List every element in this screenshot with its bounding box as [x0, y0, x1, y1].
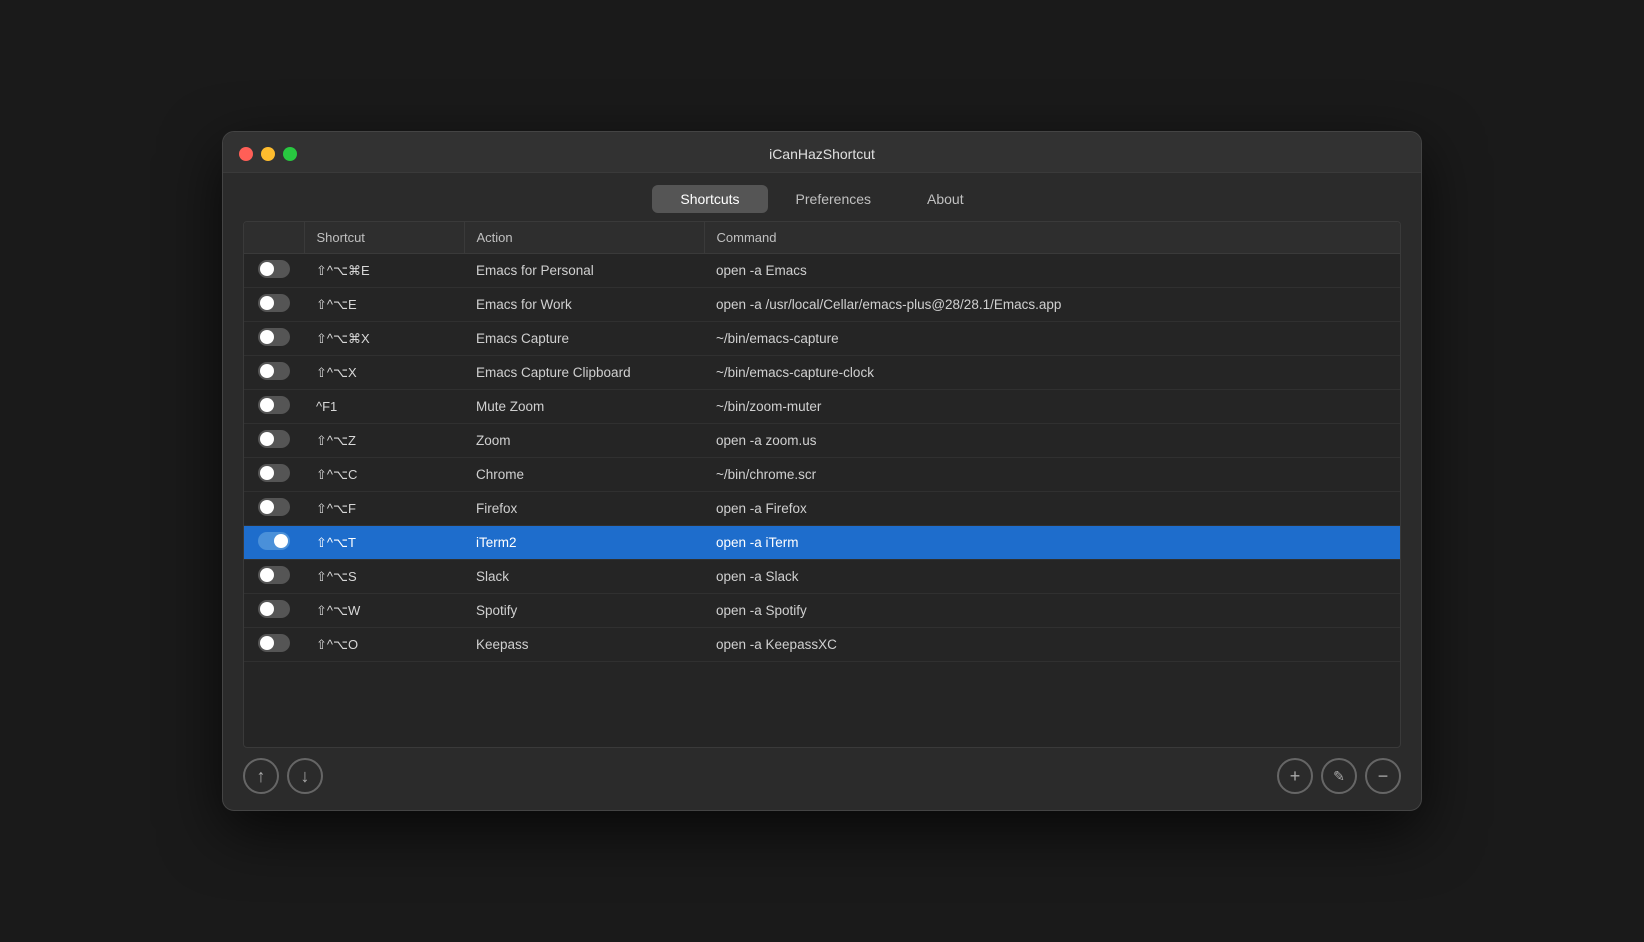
action-cell: Mute Zoom	[464, 390, 704, 424]
window-title: iCanHazShortcut	[769, 146, 875, 162]
shortcuts-table-container: Shortcut Action Command ⇧^⌥⌘EEmacs for P…	[243, 221, 1401, 748]
table-row[interactable]: ⇧^⌥⌘XEmacs Capture~/bin/emacs-capture	[244, 322, 1400, 356]
shortcut-cell: ⇧^⌥E	[304, 288, 464, 322]
action-cell: Emacs Capture	[464, 322, 704, 356]
tab-about[interactable]: About	[899, 185, 992, 213]
command-cell: ~/bin/chrome.scr	[704, 458, 1400, 492]
toggle-switch[interactable]	[258, 396, 290, 414]
toggle-switch[interactable]	[258, 498, 290, 516]
table-row[interactable]: ⇧^⌥CChrome~/bin/chrome.scr	[244, 458, 1400, 492]
toggle-cell[interactable]	[244, 424, 304, 458]
table-row[interactable]: ^F1Mute Zoom~/bin/zoom-muter	[244, 390, 1400, 424]
toggle-switch[interactable]	[258, 260, 290, 278]
command-cell: open -a iTerm	[704, 526, 1400, 560]
titlebar: iCanHazShortcut	[223, 132, 1421, 173]
col-header-shortcut: Shortcut	[304, 222, 464, 254]
shortcuts-table: Shortcut Action Command ⇧^⌥⌘EEmacs for P…	[244, 222, 1400, 662]
toggle-cell[interactable]	[244, 390, 304, 424]
col-header-command: Command	[704, 222, 1400, 254]
toggle-cell[interactable]	[244, 254, 304, 288]
toolbar-right: + ✎ −	[1277, 758, 1401, 794]
shortcut-cell: ⇧^⌥Z	[304, 424, 464, 458]
table-row[interactable]: ⇧^⌥ZZoomopen -a zoom.us	[244, 424, 1400, 458]
toggle-cell[interactable]	[244, 492, 304, 526]
toggle-cell[interactable]	[244, 594, 304, 628]
action-cell: Zoom	[464, 424, 704, 458]
action-cell: Slack	[464, 560, 704, 594]
toggle-cell[interactable]	[244, 356, 304, 390]
toggle-switch[interactable]	[258, 294, 290, 312]
maximize-button[interactable]	[283, 147, 297, 161]
tab-shortcuts[interactable]: Shortcuts	[652, 185, 767, 213]
shortcut-cell: ⇧^⌥T	[304, 526, 464, 560]
add-button[interactable]: +	[1277, 758, 1313, 794]
table-row[interactable]: ⇧^⌥WSpotifyopen -a Spotify	[244, 594, 1400, 628]
app-window: iCanHazShortcut Shortcuts Preferences Ab…	[222, 131, 1422, 811]
action-cell: Emacs for Work	[464, 288, 704, 322]
shortcut-cell: ⇧^⌥C	[304, 458, 464, 492]
move-up-button[interactable]: ↑	[243, 758, 279, 794]
shortcut-cell: ⇧^⌥⌘X	[304, 322, 464, 356]
toggle-switch[interactable]	[258, 362, 290, 380]
toggle-switch[interactable]	[258, 600, 290, 618]
shortcut-cell: ^F1	[304, 390, 464, 424]
action-cell: Chrome	[464, 458, 704, 492]
toggle-switch[interactable]	[258, 634, 290, 652]
toggle-switch[interactable]	[258, 532, 290, 550]
toggle-cell[interactable]	[244, 458, 304, 492]
command-cell: open -a KeepassXC	[704, 628, 1400, 662]
toggle-cell[interactable]	[244, 560, 304, 594]
col-header-toggle	[244, 222, 304, 254]
shortcut-cell: ⇧^⌥F	[304, 492, 464, 526]
edit-button[interactable]: ✎	[1321, 758, 1357, 794]
table-row[interactable]: ⇧^⌥EEmacs for Workopen -a /usr/local/Cel…	[244, 288, 1400, 322]
shortcut-cell: ⇧^⌥S	[304, 560, 464, 594]
action-cell: Emacs for Personal	[464, 254, 704, 288]
shortcut-cell: ⇧^⌥⌘E	[304, 254, 464, 288]
tab-bar: Shortcuts Preferences About	[223, 173, 1421, 221]
tab-preferences[interactable]: Preferences	[768, 185, 899, 213]
toggle-cell[interactable]	[244, 628, 304, 662]
toolbar: ↑ ↓ + ✎ −	[243, 748, 1401, 794]
toggle-switch[interactable]	[258, 566, 290, 584]
toolbar-left: ↑ ↓	[243, 758, 323, 794]
command-cell: ~/bin/zoom-muter	[704, 390, 1400, 424]
action-cell: Keepass	[464, 628, 704, 662]
move-down-button[interactable]: ↓	[287, 758, 323, 794]
action-cell: Spotify	[464, 594, 704, 628]
toggle-cell[interactable]	[244, 288, 304, 322]
command-cell: ~/bin/emacs-capture	[704, 322, 1400, 356]
command-cell: open -a zoom.us	[704, 424, 1400, 458]
remove-button[interactable]: −	[1365, 758, 1401, 794]
table-row[interactable]: ⇧^⌥SSlackopen -a Slack	[244, 560, 1400, 594]
action-cell: Firefox	[464, 492, 704, 526]
action-cell: iTerm2	[464, 526, 704, 560]
main-content: Shortcut Action Command ⇧^⌥⌘EEmacs for P…	[223, 221, 1421, 810]
col-header-action: Action	[464, 222, 704, 254]
toggle-cell[interactable]	[244, 322, 304, 356]
toggle-switch[interactable]	[258, 328, 290, 346]
command-cell: open -a Spotify	[704, 594, 1400, 628]
traffic-lights	[239, 147, 297, 161]
toggle-cell[interactable]	[244, 526, 304, 560]
table-row[interactable]: ⇧^⌥TiTerm2open -a iTerm	[244, 526, 1400, 560]
table-row[interactable]: ⇧^⌥⌘EEmacs for Personalopen -a Emacs	[244, 254, 1400, 288]
table-row[interactable]: ⇧^⌥XEmacs Capture Clipboard~/bin/emacs-c…	[244, 356, 1400, 390]
toggle-switch[interactable]	[258, 464, 290, 482]
command-cell: open -a Firefox	[704, 492, 1400, 526]
toggle-switch[interactable]	[258, 430, 290, 448]
command-cell: open -a Emacs	[704, 254, 1400, 288]
action-cell: Emacs Capture Clipboard	[464, 356, 704, 390]
shortcut-cell: ⇧^⌥O	[304, 628, 464, 662]
table-row[interactable]: ⇧^⌥OKeepassopen -a KeepassXC	[244, 628, 1400, 662]
command-cell: ~/bin/emacs-capture-clock	[704, 356, 1400, 390]
shortcut-cell: ⇧^⌥W	[304, 594, 464, 628]
table-row[interactable]: ⇧^⌥FFirefoxopen -a Firefox	[244, 492, 1400, 526]
command-cell: open -a Slack	[704, 560, 1400, 594]
close-button[interactable]	[239, 147, 253, 161]
minimize-button[interactable]	[261, 147, 275, 161]
command-cell: open -a /usr/local/Cellar/emacs-plus@28/…	[704, 288, 1400, 322]
table-header-row: Shortcut Action Command	[244, 222, 1400, 254]
shortcut-cell: ⇧^⌥X	[304, 356, 464, 390]
